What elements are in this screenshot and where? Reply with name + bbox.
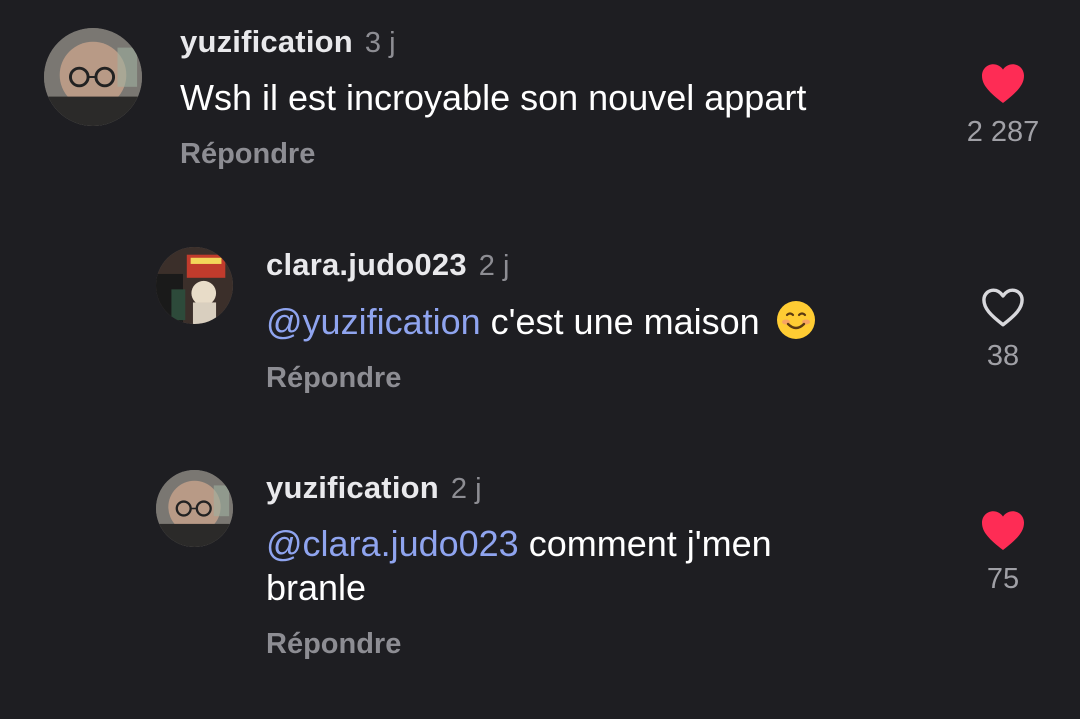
comment-body: comment j'men [518, 523, 772, 564]
comment-item: yuzification 2 j @clara.judo023 comment … [0, 0, 1080, 719]
like-section: 75 [943, 509, 1063, 596]
avatar[interactable] [156, 470, 233, 547]
reply-button[interactable]: Répondre [266, 628, 401, 661]
comment-header: yuzification 2 j [266, 470, 482, 506]
heart-filled-icon[interactable] [980, 509, 1026, 551]
timestamp: 2 j [450, 473, 482, 505]
comment-text: @clara.judo023 comment j'men branle [266, 522, 886, 610]
mention-link[interactable]: @clara.judo023 [266, 523, 519, 564]
avatar-photo [156, 470, 233, 547]
like-count: 75 [986, 563, 1020, 595]
username[interactable]: yuzification [266, 470, 439, 506]
comment-body-line2: branle [266, 567, 367, 608]
